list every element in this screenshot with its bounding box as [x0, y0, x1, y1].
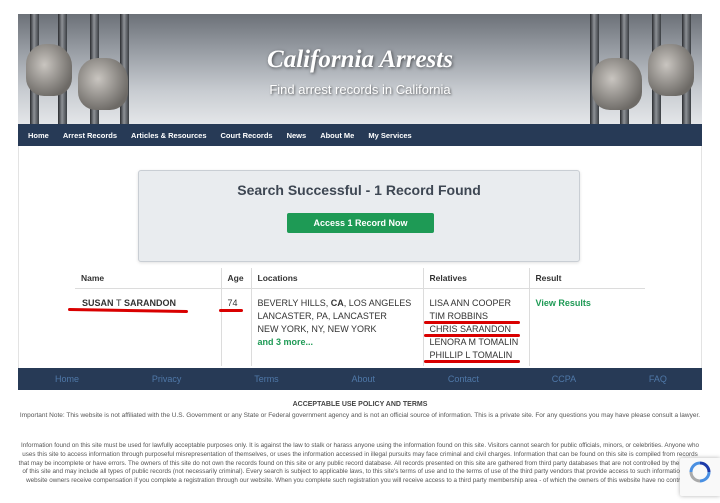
column-header-age: Age [221, 268, 252, 289]
footer-nav-home[interactable]: Home [55, 374, 79, 384]
nav-articles-resources[interactable]: Articles & Resources [125, 131, 212, 140]
footer-nav-contact[interactable]: Contact [448, 374, 479, 384]
column-header-locations: Locations [251, 268, 424, 289]
column-header-name: Name [75, 268, 222, 289]
recaptcha-badge[interactable] [680, 458, 720, 496]
location-line: LANCASTER, PA, LANCASTER [257, 310, 387, 321]
nav-about-me[interactable]: About Me [314, 131, 360, 140]
policy-note: Important Note: This website is not affi… [19, 412, 701, 419]
person-locations: BEVERLY HILLS, CA, LOS ANGELES LANCASTER… [251, 288, 424, 366]
table-row: SUSAN T SARANDON 74 BEVERLY HILLS, CA, L… [75, 288, 645, 366]
footer-nav-terms[interactable]: Terms [254, 374, 279, 384]
search-result-title: Search Successful - 1 Record Found [237, 182, 481, 198]
recaptcha-icon [689, 461, 711, 483]
location-line: NEW YORK, NY, NEW YORK [257, 323, 377, 334]
relative-item: LENORA M TOMALIN [429, 336, 519, 347]
result-cell: View Results [529, 288, 645, 366]
annotation-underline-age [219, 309, 243, 312]
footer-nav-faq[interactable]: FAQ [649, 374, 667, 384]
access-record-button[interactable]: Access 1 Record Now [287, 213, 434, 233]
nav-my-services[interactable]: My Services [362, 131, 417, 140]
main-nav: Home Arrest Records Articles & Resources… [18, 124, 702, 146]
nav-court-records[interactable]: Court Records [215, 131, 279, 140]
policy-title: ACCEPTABLE USE POLICY AND TERMS [292, 401, 428, 408]
location-line: BEVERLY HILLS, CA, LOS ANGELES [257, 297, 412, 308]
footer-nav-about[interactable]: About [352, 374, 376, 384]
relative-item: LISA ANN COOPER [429, 297, 512, 308]
table-header-row: Name Age Locations Relatives Result [75, 268, 645, 289]
results-table: Name Age Locations Relatives Result SUSA… [75, 268, 645, 366]
person-name-cell: SUSAN T SARANDON [75, 288, 222, 366]
annotation-underline-chris-sarandon [424, 334, 520, 337]
column-header-result: Result [529, 268, 645, 289]
policy-body: Information found on this site must be u… [18, 442, 702, 485]
header-banner: California Arrests Find arrest records i… [18, 14, 702, 124]
page: { "header": { "title": "California Arres… [0, 0, 720, 503]
search-result-box: Search Successful - 1 Record Found Acces… [138, 170, 580, 262]
more-locations-link[interactable]: and 3 more... [258, 336, 417, 349]
column-header-relatives: Relatives [423, 268, 530, 289]
site-title: California Arrests [267, 46, 453, 73]
footer-nav-ccpa[interactable]: CCPA [552, 374, 576, 384]
annotation-underline-tim-robbins [424, 321, 520, 324]
view-results-link[interactable]: View Results [536, 298, 591, 308]
annotation-underline-phillip-tomalin [424, 360, 520, 363]
nav-arrest-records[interactable]: Arrest Records [57, 131, 123, 140]
footer-nav: Home Privacy Terms About Contact CCPA FA… [18, 368, 702, 390]
person-age: 74 [221, 288, 252, 366]
footer-nav-privacy[interactable]: Privacy [152, 374, 182, 384]
nav-news[interactable]: News [281, 131, 313, 140]
person-relatives: LISA ANN COOPER TIM ROBBINS CHRIS SARAND… [423, 288, 530, 366]
site-subtitle: Find arrest records in California [269, 82, 451, 97]
nav-home[interactable]: Home [22, 131, 55, 140]
